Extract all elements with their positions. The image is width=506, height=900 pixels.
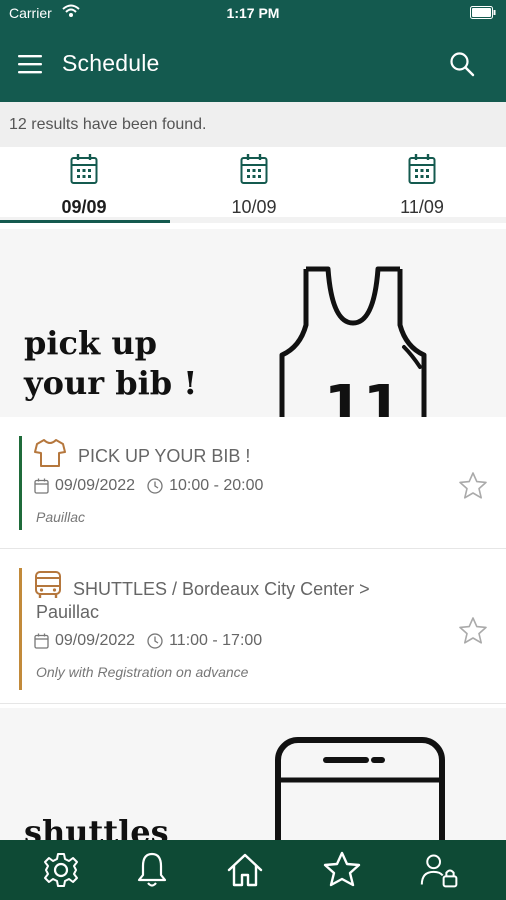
event-time: 11:00 - 17:00: [169, 632, 263, 649]
event-color-bar: [19, 568, 22, 690]
calendar-icon: [70, 154, 98, 184]
tab-1109[interactable]: 11/09: [338, 147, 506, 223]
event-title: PICK UP YOUR BIB !: [78, 446, 251, 466]
home-icon[interactable]: [225, 850, 265, 890]
user-lock-icon[interactable]: [420, 850, 460, 890]
event-title: SHUTTLES / Bordeaux City Center >: [73, 579, 370, 599]
app-header: Schedule: [0, 26, 506, 102]
event-datetime: 09/09/2022 11:00 - 17:00: [34, 632, 262, 650]
status-time: 1:17 PM: [226, 5, 280, 21]
event-banner-bib[interactable]: pick up your bib ! 11: [0, 229, 506, 417]
jersey-icon: 11: [279, 266, 427, 417]
calendar-icon: [34, 633, 49, 649]
favorite-star-icon[interactable]: [458, 616, 488, 646]
jersey-number: 11: [324, 374, 402, 417]
clock-icon: [147, 478, 163, 494]
page-title: Schedule: [62, 50, 160, 76]
favorite-star-icon[interactable]: [458, 471, 488, 501]
search-icon[interactable]: [448, 50, 476, 78]
tab-label: 10/09: [231, 197, 277, 217]
event-color-bar: [19, 436, 22, 530]
event-card-bib[interactable]: PICK UP YOUR BIB ! 09/09/2022 10:00 - 20…: [0, 417, 506, 549]
star-icon[interactable]: [322, 850, 362, 890]
event-location: Only with Registration on advance: [36, 664, 249, 680]
calendar-icon: [408, 154, 436, 184]
date-tabs: 09/09 10/09 11/09: [0, 147, 506, 223]
phone-icon: [275, 737, 445, 840]
event-date: 09/09/2022: [55, 632, 136, 649]
hamburger-menu-icon[interactable]: [18, 53, 44, 75]
event-title-continued: Pauillac: [36, 602, 100, 622]
status-bar: Carrier 1:17 PM: [0, 0, 506, 26]
calendar-icon: [34, 478, 49, 494]
event-date: 09/09/2022: [55, 477, 136, 494]
tshirt-icon: [34, 439, 66, 467]
bus-icon: [35, 571, 61, 598]
calendar-icon: [240, 154, 268, 184]
banner-text: pick up your bib !: [24, 323, 197, 403]
bell-icon[interactable]: [132, 850, 172, 890]
clock-icon: [147, 633, 163, 649]
event-banner-shuttles[interactable]: shuttles: [0, 708, 506, 840]
event-location: Pauillac: [36, 509, 86, 525]
results-count: 12 results have been found.: [0, 102, 506, 147]
event-datetime: 09/09/2022 10:00 - 20:00: [34, 477, 263, 495]
banner-line: pick up: [24, 324, 157, 362]
tab-1009[interactable]: 10/09: [170, 147, 338, 223]
event-card-shuttles[interactable]: SHUTTLES / Bordeaux City Center > Pauill…: [0, 549, 506, 704]
active-tab-indicator: [0, 220, 170, 223]
gear-icon[interactable]: [41, 850, 81, 890]
event-time: 10:00 - 20:00: [169, 477, 264, 494]
tab-label: 09/09: [61, 197, 107, 217]
bottom-navigation: [0, 840, 506, 900]
battery-icon: [470, 6, 496, 19]
tab-0909[interactable]: 09/09: [0, 147, 170, 223]
banner-line: shuttles: [24, 813, 169, 840]
tab-label: 11/09: [400, 197, 444, 217]
banner-line: your bib !: [24, 364, 198, 402]
